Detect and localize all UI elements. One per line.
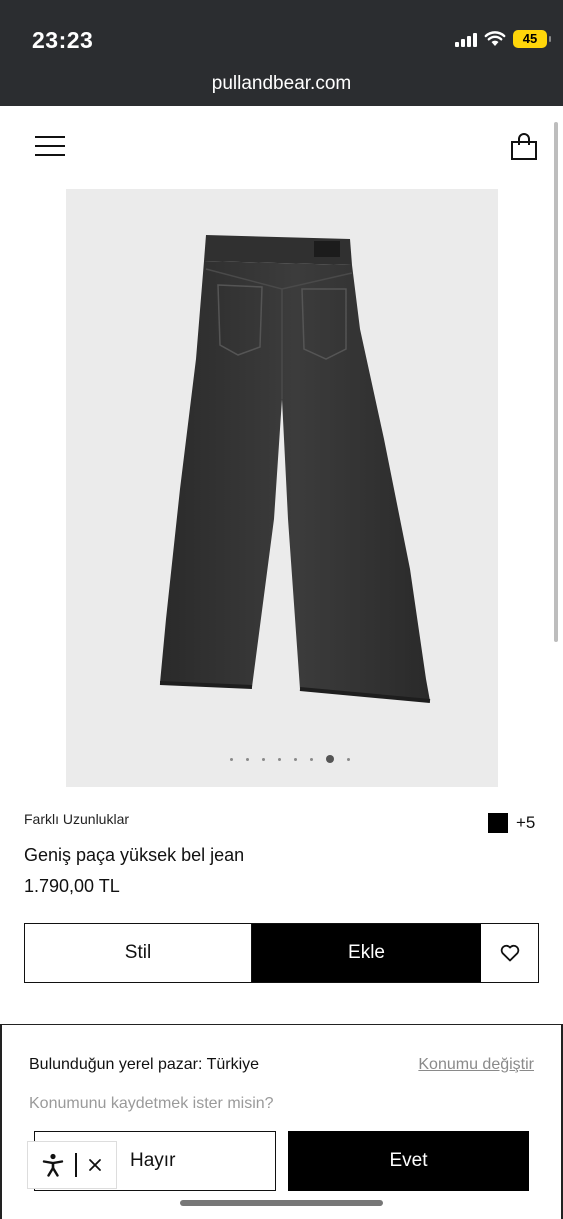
shopping-bag-icon[interactable] (510, 133, 538, 161)
address-bar-url[interactable]: pullandbear.com (0, 73, 563, 95)
color-swatch-black[interactable] (488, 813, 508, 833)
status-icons: 45 (455, 30, 551, 48)
browser-top-bar: 23:23 45 pullandbear.com (0, 0, 563, 106)
style-button[interactable]: Stil (25, 924, 252, 982)
yes-button[interactable]: Evet (288, 1131, 529, 1191)
gallery-dot[interactable] (294, 757, 297, 761)
widget-separator (75, 1153, 77, 1177)
product-subtitle: Farklı Uzunluklar (24, 811, 130, 827)
page-scrollbar[interactable] (554, 122, 558, 642)
banner-border (0, 1024, 2, 1219)
home-indicator[interactable] (180, 1200, 383, 1206)
favorite-button[interactable] (481, 924, 538, 982)
accessibility-widget (27, 1141, 117, 1189)
gallery-dot[interactable] (262, 757, 265, 761)
product-image[interactable] (66, 189, 498, 787)
cellular-signal-icon (455, 31, 477, 47)
gallery-dot[interactable] (278, 757, 281, 761)
gallery-dot[interactable] (230, 757, 233, 761)
accessibility-icon[interactable] (42, 1153, 64, 1177)
change-location-link[interactable]: Konumu değiştir (418, 1056, 534, 1074)
add-to-cart-button[interactable]: Ekle (252, 924, 481, 982)
local-market-text: Bulunduğun yerel pazar: Türkiye (29, 1056, 260, 1073)
product-title: Geniş paça yüksek bel jean (24, 845, 245, 865)
gallery-dot[interactable] (310, 757, 313, 761)
wifi-icon (484, 31, 506, 46)
jeans-product-photo (159, 235, 431, 703)
gallery-dot[interactable] (347, 757, 350, 761)
product-actions: Stil Ekle (24, 923, 539, 983)
save-location-question: Konumunu kaydetmek ister misin? (29, 1095, 274, 1112)
hamburger-menu-icon[interactable] (35, 136, 65, 158)
gallery-dot[interactable] (326, 755, 334, 763)
heart-icon (500, 944, 519, 962)
battery-indicator: 45 (513, 30, 551, 48)
gallery-pagination[interactable] (74, 755, 506, 763)
status-time: 23:23 (32, 27, 94, 53)
product-price: 1.790,00 TL (24, 876, 120, 896)
more-colors-count[interactable]: +5 (516, 813, 535, 833)
close-icon[interactable] (88, 1158, 102, 1172)
banner-border (561, 1024, 563, 1219)
gallery-dot[interactable] (246, 757, 249, 761)
